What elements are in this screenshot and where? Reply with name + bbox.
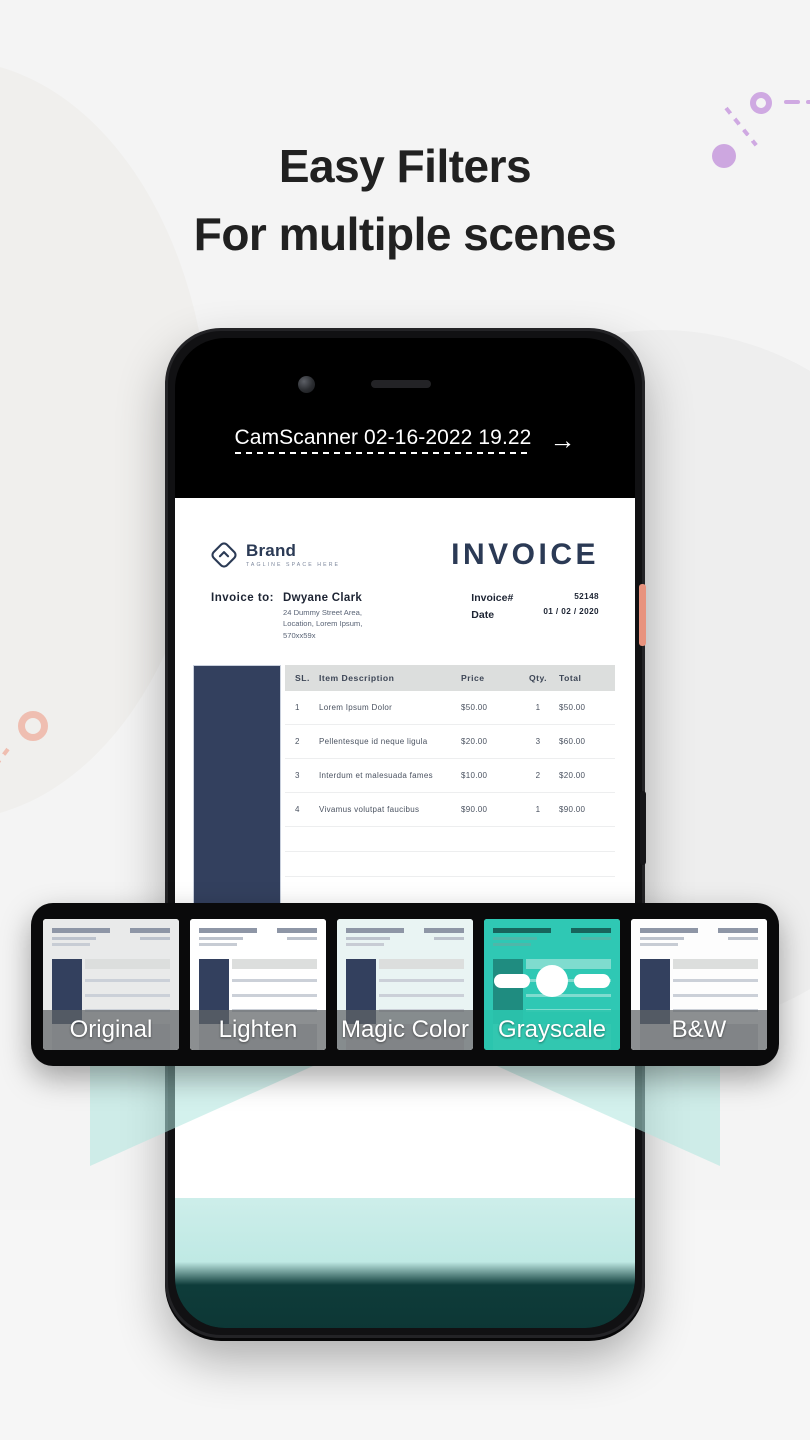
cell-qty: 1 xyxy=(535,703,541,713)
callout-filter-magic-color[interactable]: Magic Color xyxy=(337,919,473,1050)
loading-indicator xyxy=(494,964,610,997)
invoice-numbers: Invoice# Date 52148 01 / 02 / 2020 xyxy=(471,592,599,641)
ring-icon xyxy=(750,92,772,114)
bill-to-address: 24 Dummy Street Area, Location, Lorem Ip… xyxy=(283,608,363,640)
earpiece-speaker xyxy=(371,380,431,388)
cell-price: $20.00 xyxy=(461,737,488,747)
cell-desc: Vivamus volutpat faucibus xyxy=(319,805,420,815)
cell-total: $60.00 xyxy=(559,737,586,747)
filter-strip-callout[interactable]: Original Lighten Magic Color Grayscale B… xyxy=(31,903,779,1066)
invoice-date-value: 01 / 02 / 2020 xyxy=(543,607,599,616)
cell-qty: 1 xyxy=(535,805,541,815)
table-row: 4 Vivamus volutpat faucibus $90.00 1 $90… xyxy=(285,793,615,828)
brand-name: Brand xyxy=(246,541,297,560)
dash-icon xyxy=(784,100,800,104)
document-title-input[interactable]: CamScanner 02-16-2022 19.22 xyxy=(234,426,532,454)
app-titlebar: CamScanner 02-16-2022 19.22 → xyxy=(175,416,635,464)
ring-icon xyxy=(18,711,48,741)
invoice-meta: Invoice to: Dwyane Clark 24 Dummy Street… xyxy=(175,572,635,641)
cell-qty: 2 xyxy=(535,771,541,781)
page-title: Easy Filters For multiple scenes xyxy=(0,132,810,268)
cell-total: $50.00 xyxy=(559,703,586,713)
callout-filter-label: B&W xyxy=(631,1010,767,1050)
callout-filter-label: Magic Color xyxy=(337,1010,473,1050)
invoice-heading: INVOICE xyxy=(451,538,599,571)
callout-filter-label: Original xyxy=(43,1010,179,1050)
table-row: 3 Interdum et malesuada fames $10.00 2 $… xyxy=(285,759,615,794)
cell-price: $50.00 xyxy=(461,703,488,713)
cell-total: $90.00 xyxy=(559,805,586,815)
phone-screen: CamScanner 02-16-2022 19.22 → Brand TAGL… xyxy=(175,338,635,1328)
next-arrow-icon[interactable]: → xyxy=(549,427,575,453)
salmon-decoration-group xyxy=(0,705,90,815)
dash-icon xyxy=(806,100,810,104)
cell-total: $20.00 xyxy=(559,771,586,781)
bill-to-block: Invoice to: Dwyane Clark 24 Dummy Street… xyxy=(211,592,362,641)
callout-filter-bw[interactable]: B&W xyxy=(631,919,767,1050)
cell-desc: Interdum et malesuada fames xyxy=(319,771,433,781)
cell-price: $90.00 xyxy=(461,805,488,815)
cell-sl: 3 xyxy=(295,771,300,781)
callout-filter-label: Lighten xyxy=(190,1010,326,1050)
diamond-logo-icon xyxy=(211,542,237,568)
cell-qty: 3 xyxy=(535,737,541,747)
navy-accent-block xyxy=(193,665,281,906)
invoice-header: Brand TAGLINE SPACE HERE INVOICE xyxy=(175,498,635,572)
cell-sl: 1 xyxy=(295,703,300,713)
bill-to-name: Dwyane Clark xyxy=(283,592,363,604)
cell-sl: 4 xyxy=(295,805,300,815)
table-header-row: SL. Item Description Price Qty. Total xyxy=(285,665,615,692)
volume-button[interactable] xyxy=(640,791,646,865)
callout-filter-lighten[interactable]: Lighten xyxy=(190,919,326,1050)
power-button[interactable] xyxy=(639,584,646,646)
invoice-number-value: 52148 xyxy=(574,592,599,601)
table-row: 2 Pellentesque id neque ligula $20.00 3 … xyxy=(285,725,615,760)
table-row: 1 Lorem Ipsum Dolor $50.00 1 $50.00 xyxy=(285,691,615,726)
brand-logo: Brand TAGLINE SPACE HERE xyxy=(211,538,340,572)
headline-line-1: Easy Filters xyxy=(278,140,532,192)
invoice-table: SL. Item Description Price Qty. Total 1 … xyxy=(285,665,615,878)
cell-desc: Pellentesque id neque ligula xyxy=(319,737,428,747)
headline-line-2: For multiple scenes xyxy=(193,208,617,261)
invoice-table-zone: SL. Item Description Price Qty. Total 1 … xyxy=(175,665,635,906)
column-header-sl: SL. xyxy=(295,673,310,684)
column-header-price: Price xyxy=(461,673,485,684)
cell-desc: Lorem Ipsum Dolor xyxy=(319,703,393,713)
callout-filter-grayscale[interactable]: Grayscale xyxy=(484,919,620,1050)
filter-preview-backdrop xyxy=(175,1198,635,1328)
document-preview[interactable]: Brand TAGLINE SPACE HERE INVOICE Invoice… xyxy=(175,498,635,1198)
cell-price: $10.00 xyxy=(461,771,488,781)
column-header-desc: Item Description xyxy=(319,673,395,684)
front-camera-icon xyxy=(298,376,315,393)
callout-filter-original[interactable]: Original xyxy=(43,919,179,1050)
cell-sl: 2 xyxy=(295,737,300,747)
table-divider xyxy=(285,851,615,853)
column-header-total: Total xyxy=(559,673,582,684)
phone-mockup: CamScanner 02-16-2022 19.22 → Brand TAGL… xyxy=(165,328,646,1338)
invoice-date-label: Date xyxy=(471,609,495,621)
invoice-number-label: Invoice# xyxy=(471,592,514,604)
callout-filter-label: Grayscale xyxy=(484,1010,620,1050)
table-divider xyxy=(285,876,615,878)
brand-tagline: TAGLINE SPACE HERE xyxy=(246,562,341,568)
bill-to-label: Invoice to: xyxy=(211,592,275,604)
column-header-qty: Qty. xyxy=(528,673,548,684)
dashed-line-icon xyxy=(0,747,10,783)
